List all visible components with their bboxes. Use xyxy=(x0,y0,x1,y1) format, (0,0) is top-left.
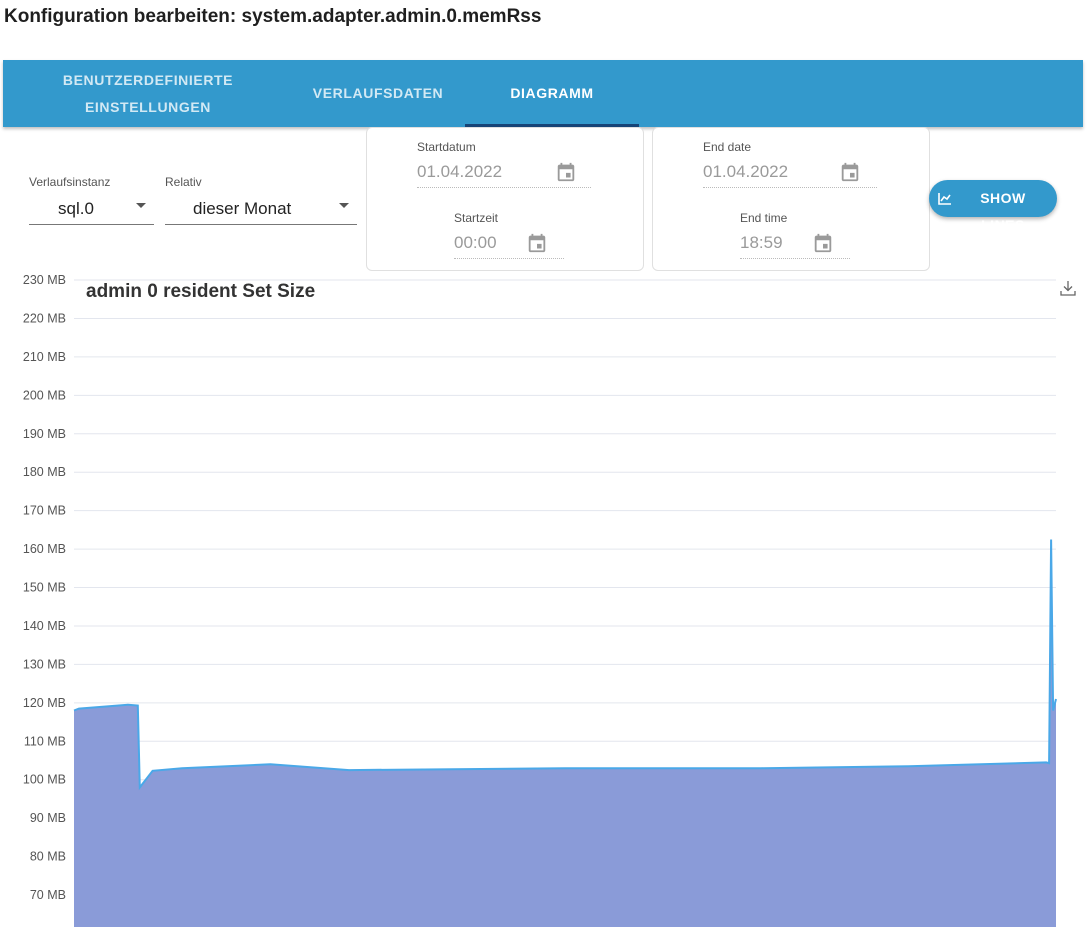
start-range-card: Startdatum 01.04.2022 Startzeit 00:00 xyxy=(366,127,644,271)
memory-area-chart: 230 MB 220 MB 210 MB 200 MB 190 MB 180 MB 170 … xyxy=(23,273,1057,927)
start-date-input[interactable]: 01.04.2022 xyxy=(417,157,591,188)
y-tick-label: 90 MB xyxy=(30,811,66,825)
y-tick-label: 210 MB xyxy=(23,350,66,364)
end-time-input[interactable]: 18:59 xyxy=(740,228,850,259)
tab-chart[interactable]: DIAGRAMM xyxy=(465,60,639,127)
calendar-icon[interactable] xyxy=(526,232,548,254)
tab-chart-label: DIAGRAMM xyxy=(510,85,594,101)
tab-bar: BENUTZERDEFINIERTE EINSTELLUNGEN VERLAUF… xyxy=(3,60,1083,127)
end-date-input[interactable]: 01.04.2022 xyxy=(703,157,877,188)
caret-down-icon xyxy=(136,203,146,208)
show-lines-button[interactable]: SHOW LINES xyxy=(929,180,1057,233)
show-lines-label-2: LINES xyxy=(981,217,1025,233)
start-time-value: 00:00 xyxy=(454,233,497,252)
y-tick-label: 140 MB xyxy=(23,619,66,633)
relative-label: Relativ xyxy=(165,175,202,189)
end-date-label: End date xyxy=(703,140,752,154)
start-date-label: Startdatum xyxy=(417,140,476,154)
instance-label: Verlaufsinstanz xyxy=(29,175,111,189)
chart-title: admin 0 resident Set Size xyxy=(86,281,316,302)
y-tick-label: 120 MB xyxy=(23,696,66,710)
show-lines-label-1: SHOW xyxy=(980,190,1026,206)
end-range-card: End date 01.04.2022 End time 18:59 xyxy=(652,127,930,271)
start-time-label: Startzeit xyxy=(454,211,499,225)
y-tick-label: 130 MB xyxy=(23,657,66,671)
y-tick-label: 100 MB xyxy=(23,773,66,787)
instance-select[interactable]: sql.0 xyxy=(29,193,154,225)
y-tick-label: 200 MB xyxy=(23,388,66,402)
y-tick-label: 190 MB xyxy=(23,427,66,441)
tab-history-data-label: VERLAUFSDATEN xyxy=(312,85,444,101)
y-tick-label: 170 MB xyxy=(23,504,66,518)
y-tick-label: 180 MB xyxy=(23,465,66,479)
relative-value: dieser Monat xyxy=(193,198,292,218)
tab-history-data[interactable]: VERLAUFSDATEN xyxy=(293,60,463,127)
tab-custom-settings[interactable]: BENUTZERDEFINIERTE EINSTELLUNGEN xyxy=(3,60,293,127)
instance-value: sql.0 xyxy=(58,198,94,218)
dialog-title: Konfiguration bearbeiten: system.adapter… xyxy=(4,6,542,27)
tab-custom-settings-label-1: BENUTZERDEFINIERTE xyxy=(62,71,234,88)
calendar-icon[interactable] xyxy=(555,161,577,183)
calendar-icon[interactable] xyxy=(812,232,834,254)
y-tick-label: 230 MB xyxy=(23,273,66,287)
y-tick-label: 70 MB xyxy=(30,888,66,902)
y-tick-label: 220 MB xyxy=(23,311,66,325)
download-icon[interactable] xyxy=(1059,279,1077,297)
tab-custom-settings-label-2: EINSTELLUNGEN xyxy=(84,98,212,115)
series-area xyxy=(74,539,1056,927)
y-tick-label: 160 MB xyxy=(23,542,66,556)
y-tick-label: 150 MB xyxy=(23,581,66,595)
caret-down-icon xyxy=(339,203,349,208)
chart-line-icon xyxy=(938,193,951,205)
y-tick-label: 80 MB xyxy=(30,850,66,864)
start-time-input[interactable]: 00:00 xyxy=(454,228,564,259)
series-line xyxy=(73,539,1057,791)
start-date-value: 01.04.2022 xyxy=(417,162,503,181)
end-time-value: 18:59 xyxy=(740,233,783,252)
end-date-value: 01.04.2022 xyxy=(703,162,789,181)
relative-select[interactable]: dieser Monat xyxy=(165,193,357,225)
end-time-label: End time xyxy=(740,211,788,225)
y-tick-label: 110 MB xyxy=(24,734,66,748)
calendar-icon[interactable] xyxy=(839,161,861,183)
